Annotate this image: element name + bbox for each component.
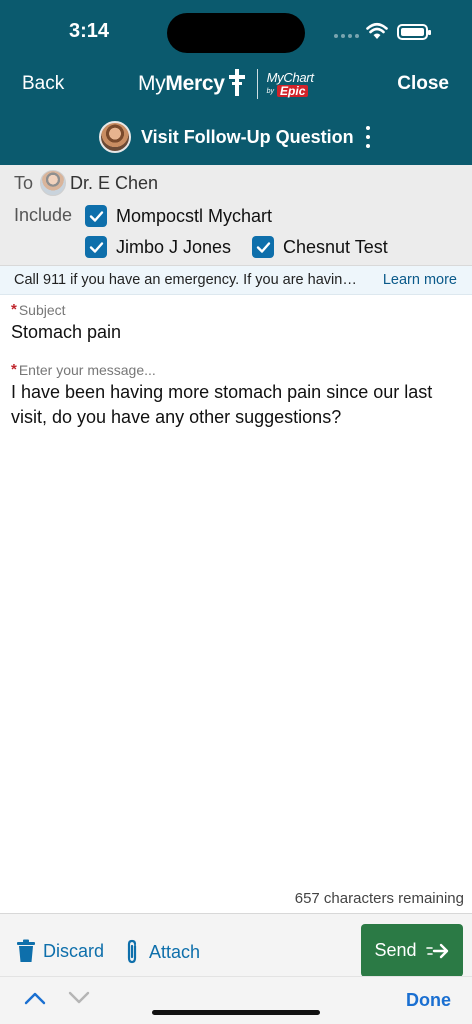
home-indicator — [152, 1010, 320, 1015]
message-compose-screen: 3:14 Back MyMercy MyChart by Epic Close … — [0, 0, 472, 1024]
checkbox-checked-icon[interactable] — [85, 236, 107, 258]
character-counter: 657 characters remaining — [294, 890, 464, 907]
send-button[interactable]: Send — [361, 924, 463, 977]
message-placeholder: * Enter your message... — [11, 361, 156, 378]
learn-more-link[interactable]: Learn more — [383, 272, 457, 288]
more-options-icon[interactable] — [365, 126, 371, 148]
close-button[interactable]: Close — [397, 73, 449, 95]
include-checkbox-jimbo[interactable]: Jimbo J Jones — [85, 235, 231, 259]
attach-button[interactable]: Attach — [124, 939, 200, 965]
mychart-logo: MyChart by Epic — [266, 70, 314, 98]
cellular-signal-icon — [334, 34, 359, 38]
provider-avatar — [99, 121, 131, 153]
page-title-row: Visit Follow-Up Question — [99, 121, 371, 153]
wifi-icon — [366, 22, 388, 39]
checkbox-label: Jimbo J Jones — [116, 236, 232, 257]
status-time: 3:14 — [69, 20, 110, 42]
required-asterisk: * — [11, 301, 17, 318]
keyboard-accessory-bar: Done — [0, 976, 472, 1024]
to-label: To — [14, 173, 34, 193]
checkbox-label: Mompocstl Mychart — [116, 205, 273, 226]
status-bar: 3:14 — [0, 0, 472, 60]
required-asterisk: * — [11, 361, 17, 378]
battery-icon — [397, 24, 431, 40]
message-textarea[interactable]: I have been having more stomach pain sin… — [11, 380, 461, 430]
emergency-text: Call 911 if you have an emergency. If yo… — [14, 272, 364, 288]
subject-label: * Subject — [11, 301, 66, 318]
include-checkbox-mompocstl[interactable]: Mompocstl Mychart — [85, 204, 272, 228]
done-button[interactable]: Done — [406, 990, 451, 1011]
page-title: Visit Follow-Up Question — [141, 126, 354, 147]
checkbox-checked-icon[interactable] — [252, 236, 274, 258]
chevron-down-icon[interactable] — [68, 991, 90, 1005]
recipient-name: Dr. E Chen — [70, 173, 159, 193]
paperclip-icon — [127, 939, 137, 964]
doctor-avatar — [40, 170, 66, 196]
checkbox-checked-icon[interactable] — [85, 205, 107, 227]
app-header: 3:14 Back MyMercy MyChart by Epic Close … — [0, 0, 472, 165]
discard-button[interactable]: Discard — [16, 939, 104, 963]
emergency-banner: Call 911 if you have an emergency. If yo… — [0, 266, 472, 295]
recipients-panel: To Dr. E Chen Include Mompocstl Mychart … — [0, 165, 472, 266]
subject-input[interactable]: Stomach pain — [11, 322, 121, 343]
trash-icon — [17, 939, 35, 962]
brand-logo: MyMercy MyChart by Epic — [138, 66, 314, 102]
action-bar: Discard Attach Send — [0, 913, 472, 977]
chevron-up-icon[interactable] — [24, 991, 46, 1005]
include-checkbox-chesnut[interactable]: Chesnut Test — [252, 235, 388, 259]
cross-icon — [228, 69, 245, 96]
mymercy-logo: MyMercy — [138, 72, 225, 95]
send-arrow-icon — [425, 943, 448, 958]
back-button[interactable]: Back — [22, 73, 64, 95]
dynamic-island — [167, 13, 305, 53]
include-label: Include — [14, 205, 73, 225]
brand-divider — [256, 69, 258, 99]
checkbox-label: Chesnut Test — [283, 236, 388, 257]
